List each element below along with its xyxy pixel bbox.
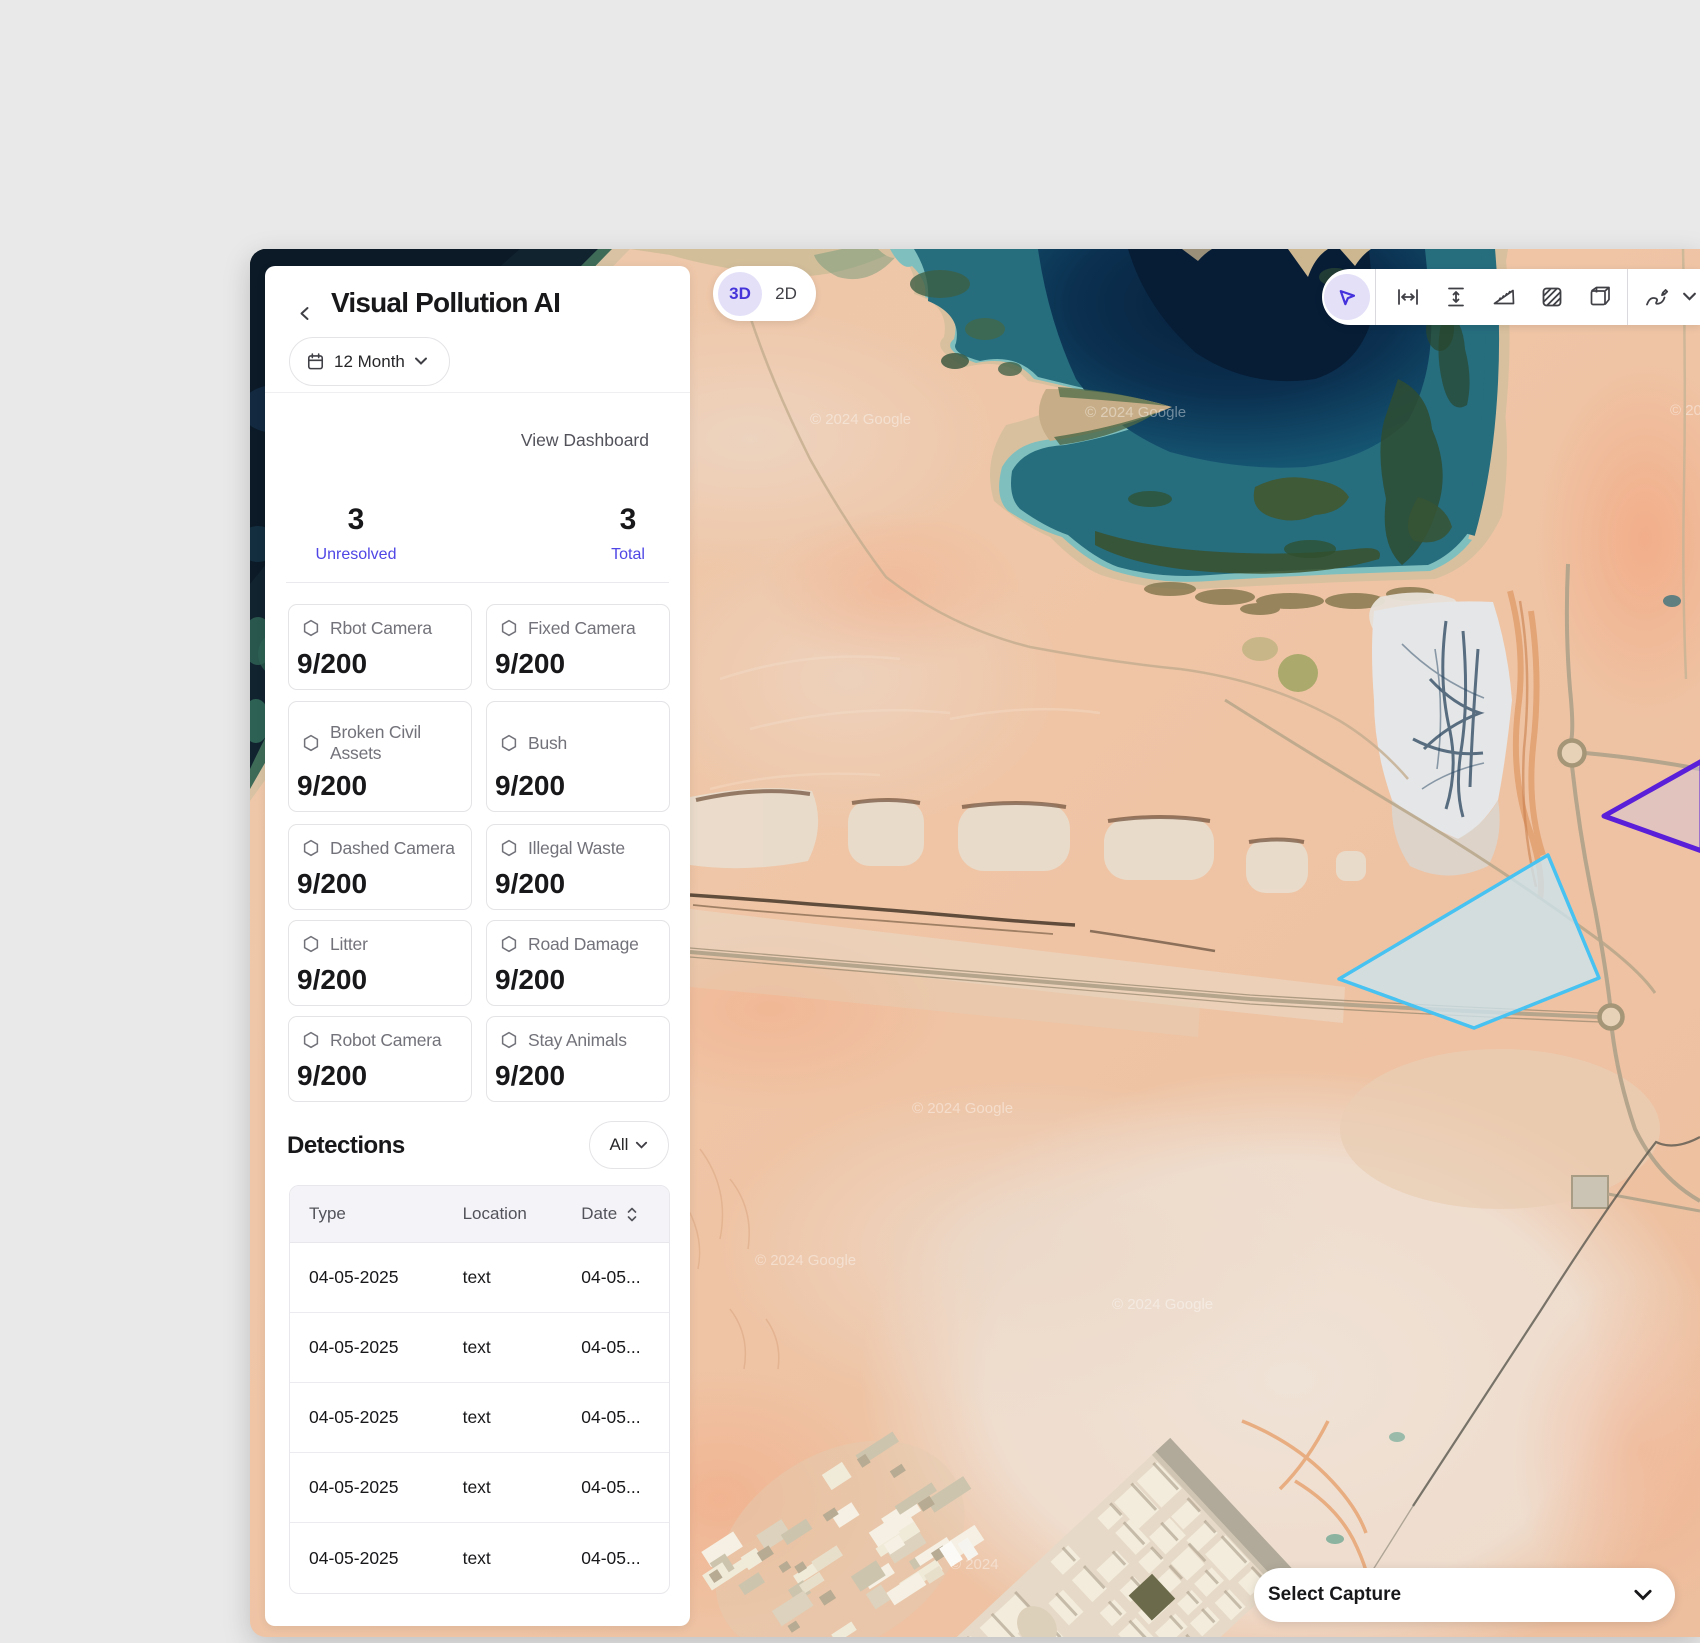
svg-text:© 2024 Google: © 2024 Google [1085, 404, 1186, 421]
svg-text:© 2024 Google: © 2024 Google [755, 1252, 856, 1269]
svg-text:© 2024 Google: © 2024 Google [912, 1100, 1013, 1117]
svg-text:© 2024: © 2024 [950, 1556, 999, 1573]
svg-text:© 2024 Google: © 2024 Google [1112, 1296, 1213, 1313]
svg-text:© 2024 Google: © 2024 Google [810, 411, 911, 428]
